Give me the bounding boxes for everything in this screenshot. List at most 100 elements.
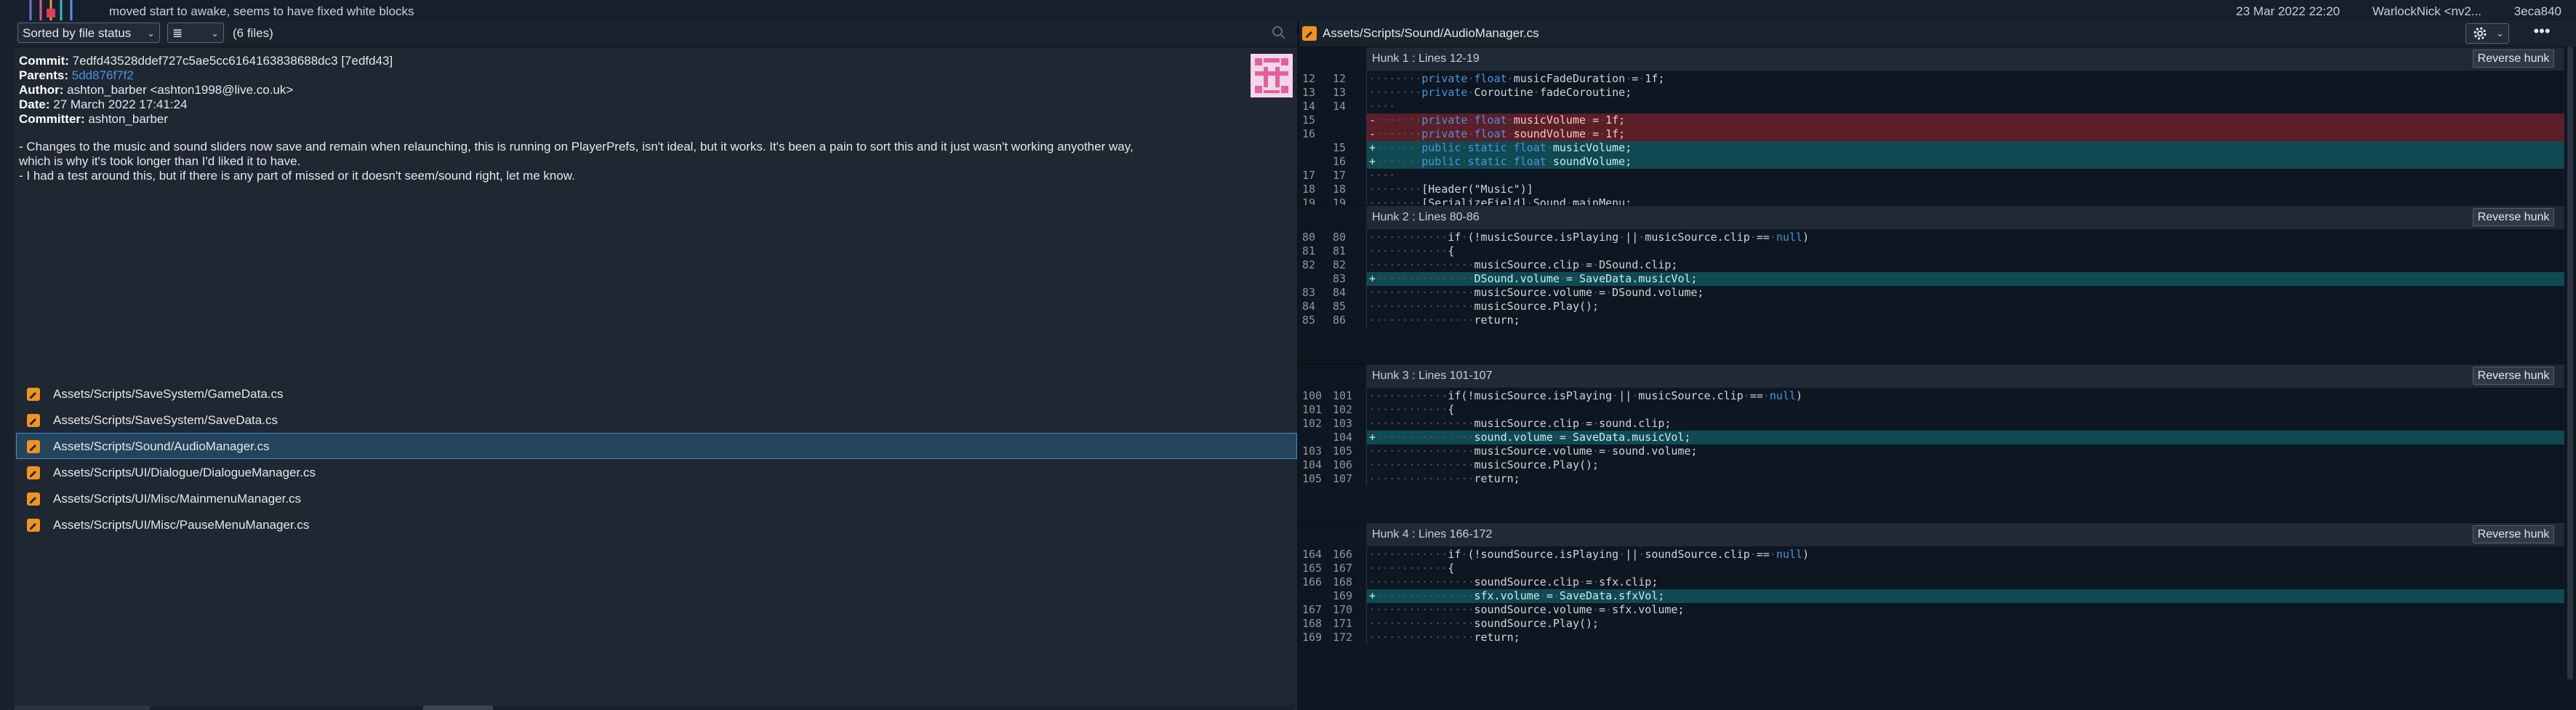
- view-mode-select[interactable]: ≣ ⌄: [167, 23, 224, 43]
- parent-sha-link[interactable]: 5dd876f7f2: [72, 68, 134, 82]
- diff-view: Hunk 1 : Lines 12-19 Reverse hunk 12 12 ····…: [1299, 47, 2564, 710]
- diff-line-added[interactable]: 83 +···············DSound.volume·=·SaveDa…: [1299, 272, 2564, 286]
- diff-line-context[interactable]: 17 17 ····: [1299, 169, 2564, 183]
- diff-line-context[interactable]: 103 105 ················musicSource.volume…: [1299, 444, 2564, 458]
- new-line-number: 169: [1333, 589, 1353, 602]
- line-code: ················soundSource.clip·=·sfx.c…: [1369, 575, 1658, 589]
- diff-line-added[interactable]: 15 +·······public·static·float·musicVolum…: [1299, 141, 2564, 155]
- diff-line-context[interactable]: 168 171 ················soundSource.Play()…: [1299, 617, 2564, 631]
- diff-line-deleted[interactable]: 15 -·······private·float·musicVolume·=·1f…: [1299, 113, 2564, 127]
- diff-line-context[interactable]: 80 80 ············if·(!musicSource.isPlayi…: [1299, 231, 2564, 244]
- file-path: Assets/Scripts/SaveSystem/GameData.cs: [53, 387, 284, 401]
- new-line-number: 17: [1333, 169, 1347, 182]
- line-code: ····: [1369, 100, 1396, 113]
- hunk-title: Hunk 2 : Lines 80-86: [1372, 211, 1480, 223]
- diff-line-context[interactable]: 169 172 ················return;: [1299, 631, 2564, 645]
- file-row[interactable]: Assets/Scripts/SaveSystem/GameData.cs: [16, 380, 1297, 407]
- diff-line-context[interactable]: 18 18 ········[Header("Music")]: [1299, 183, 2564, 196]
- vertical-scrollbar[interactable]: [2564, 47, 2576, 710]
- new-line-number: 12: [1333, 72, 1347, 85]
- diff-line-context[interactable]: 100 101 ············if(!musicSource.isPlay…: [1299, 389, 2564, 403]
- file-row[interactable]: Assets/Scripts/UI/Misc/PauseMenuManager.…: [16, 511, 1297, 538]
- diff-line-context[interactable]: 166 168 ················soundSource.clip·=…: [1299, 575, 2564, 589]
- old-line-number: 84: [1302, 300, 1316, 313]
- hunk-header: Hunk 4 : Lines 166-172 Reverse hunk: [1299, 522, 2564, 546]
- file-row[interactable]: Assets/Scripts/UI/Dialogue/DialogueManag…: [16, 459, 1297, 485]
- more-icon[interactable]: •••: [2531, 23, 2553, 42]
- sort-select[interactable]: Sorted by file status ⌄: [17, 23, 160, 43]
- diff-line-context[interactable]: 167 170 ················soundSource.volume…: [1299, 603, 2564, 617]
- diff-line-added[interactable]: 16 +·······public·static·float·soundVolum…: [1299, 155, 2564, 169]
- diff-line-context[interactable]: 84 85 ················musicSource.Play();: [1299, 300, 2564, 314]
- settings-gear-icon: [2473, 27, 2487, 40]
- diff-line-context[interactable]: 82 82 ················musicSource.clip·=·D…: [1299, 258, 2564, 272]
- old-line-number: 13: [1302, 86, 1316, 99]
- new-line-number: 85: [1333, 300, 1347, 313]
- diff-settings-button[interactable]: ⌄: [2465, 23, 2509, 44]
- scrollbar-thumb[interactable]: [423, 706, 493, 710]
- reverse-hunk-button[interactable]: Reverse hunk: [2473, 525, 2554, 543]
- diff-line-context[interactable]: 164 166 ············if·(!soundSource.isPla…: [1299, 548, 2564, 562]
- commit-row-author: WarlockNick <nv2...: [2372, 4, 2482, 18]
- scrollbar-track-segment: [15, 706, 150, 710]
- diff-line-added[interactable]: 169 +···············sfx.volume·=·SaveData…: [1299, 589, 2564, 603]
- new-line-number: 83: [1333, 272, 1347, 285]
- file-row[interactable]: Assets/Scripts/SaveSystem/SaveData.cs: [16, 407, 1297, 433]
- diff-line-added[interactable]: 104 +···············sound.volume·=·SaveDa…: [1299, 431, 2564, 444]
- commit-sha: 7edfd43528ddef727c5ae5cc6164163838688dc3…: [72, 54, 393, 68]
- line-code: ············{: [1369, 562, 1455, 575]
- file-row[interactable]: Assets/Scripts/UI/Misc/MainmenuManager.c…: [16, 485, 1297, 511]
- line-code: ············{: [1369, 244, 1455, 258]
- line-code: ················musicSource.Play();: [1369, 300, 1600, 313]
- new-line-number: 168: [1333, 575, 1353, 589]
- old-line-number: 102: [1302, 417, 1323, 430]
- old-line-number: 166: [1302, 575, 1323, 589]
- old-line-number: 16: [1302, 127, 1316, 140]
- committer-value: ashton_barber: [88, 112, 169, 126]
- file-path: Assets/Scripts/UI/Dialogue/DialogueManag…: [53, 466, 316, 479]
- hunk-header-gutter: [1299, 47, 1366, 71]
- changed-files-list: Assets/Scripts/SaveSystem/GameData.cs Ass…: [16, 380, 1297, 538]
- diff-hunk: Hunk 2 : Lines 80-86 Reverse hunk 80 80 ····…: [1299, 205, 2564, 327]
- line-code: +···············sfx.volume·=·SaveData.sf…: [1369, 589, 1665, 602]
- file-row[interactable]: Assets/Scripts/Sound/AudioManager.cs: [16, 433, 1297, 459]
- diff-line-context[interactable]: 102 103 ················musicSource.clip·=…: [1299, 417, 2564, 431]
- diff-line-context[interactable]: 81 81 ············{: [1299, 244, 2564, 258]
- diff-line-deleted[interactable]: 16 -·······private·float·soundVolume·=·1f…: [1299, 127, 2564, 141]
- hunk-header-gutter: [1299, 523, 1366, 546]
- commit-message-line: - I had a test around this, but if there…: [19, 169, 575, 183]
- reverse-hunk-button[interactable]: Reverse hunk: [2473, 208, 2554, 226]
- gutter-divider: [1366, 229, 1367, 327]
- diff-line-context[interactable]: 13 13 ········private·Coroutine·fadeCorout…: [1299, 86, 2564, 100]
- diff-hunk: Hunk 1 : Lines 12-19 Reverse hunk 12 12 ····…: [1299, 47, 2564, 210]
- diff-line-context[interactable]: 83 84 ················musicSource.volume·=…: [1299, 286, 2564, 300]
- commit-label: Commit:: [19, 54, 69, 68]
- line-code: ················return;: [1369, 314, 1520, 327]
- date-label: Date:: [19, 97, 50, 111]
- hunk-title: Hunk 3 : Lines 101-107: [1372, 370, 1493, 382]
- diff-line-context[interactable]: 14 14 ····: [1299, 100, 2564, 113]
- diff-line-context[interactable]: 165 167 ············{: [1299, 562, 2564, 575]
- reverse-hunk-button[interactable]: Reverse hunk: [2473, 367, 2554, 385]
- diff-line-context[interactable]: 101 102 ············{: [1299, 403, 2564, 417]
- hunk-header-gutter: [1299, 364, 1366, 388]
- old-line-number: 18: [1302, 183, 1316, 196]
- horizontal-scrollbar[interactable]: [15, 706, 1294, 710]
- line-code: ············if·(!soundSource.isPlaying·|…: [1369, 548, 1810, 561]
- new-line-number: 107: [1333, 472, 1353, 485]
- diff-line-context[interactable]: 12 12 ········private·float·musicFadeDurat…: [1299, 72, 2564, 86]
- line-code: ················musicSource.clip·=·DSoun…: [1369, 258, 1678, 271]
- new-line-number: 172: [1333, 631, 1353, 644]
- search-icon[interactable]: [1271, 25, 1287, 41]
- diff-line-context[interactable]: 105 107 ················return;: [1299, 472, 2564, 486]
- diff-line-context[interactable]: 104 106 ················musicSource.Play()…: [1299, 458, 2564, 472]
- old-line-number: 105: [1302, 472, 1323, 485]
- diff-line-context[interactable]: 85 86 ················return;: [1299, 314, 2564, 327]
- scrollbar-thumb[interactable]: [2567, 47, 2573, 679]
- old-line-number: 167: [1302, 603, 1323, 616]
- commit-list-partial-row[interactable]: moved start to awake, seems to have fixe…: [0, 0, 2576, 20]
- hunk-title: Hunk 1 : Lines 12-19: [1372, 52, 1480, 65]
- reverse-hunk-button[interactable]: Reverse hunk: [2473, 49, 2554, 68]
- commit-message-line: which is why it's took longer than I'd l…: [19, 154, 301, 168]
- new-line-number: 86: [1333, 314, 1347, 327]
